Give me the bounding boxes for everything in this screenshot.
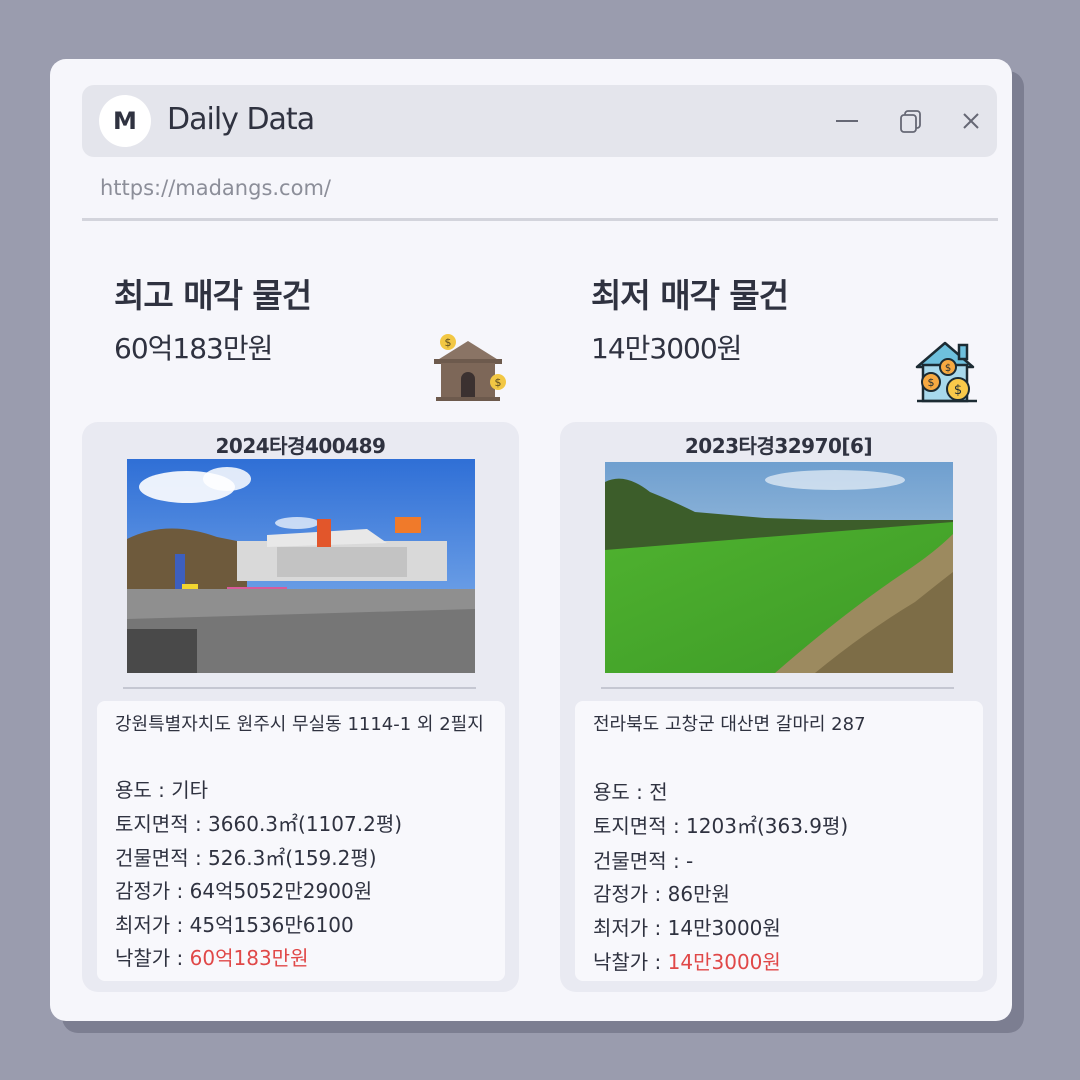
copy-button[interactable] <box>893 103 929 139</box>
url-divider <box>82 218 998 221</box>
lowest-card-divider <box>601 687 954 689</box>
lowest-property-photo <box>605 462 953 673</box>
url-text[interactable]: https://madangs.com/ <box>100 176 331 200</box>
winning-bid-label: 낙찰가 : <box>115 946 190 970</box>
app-logo: M <box>99 95 151 147</box>
house-coins-icon: $ $ $ <box>915 341 977 403</box>
lowest-appraisal: 감정가 : 86만원 <box>593 882 730 906</box>
lowest-winning-bid: 낙찰가 : 14만3000원 <box>593 946 781 975</box>
highest-card-divider <box>123 687 476 689</box>
highest-card[interactable]: 2024타경400489 강원특별자치도 원주시 무실동 1114-1 외 2필… <box>82 422 519 992</box>
browser-window: M Daily Data https://madangs.com/ 최고 매각 … <box>50 59 1012 1021</box>
minimize-button[interactable] <box>829 103 865 139</box>
lowest-case-number: 2023타경32970[6] <box>684 434 873 458</box>
lowest-land-area: 토지면적 : 1203㎡(363.9평) <box>593 814 849 838</box>
highest-building-area: 건물면적 : 526.3㎡(159.2평) <box>115 846 377 870</box>
highest-usage: 용도 : 기타 <box>115 778 209 802</box>
title-bar: M Daily Data <box>82 85 997 157</box>
lowest-card[interactable]: 2023타경32970[6] 전라북도 고창군 대산면 갈마리 287 용도:… <box>560 422 997 992</box>
highest-property-photo <box>127 459 475 673</box>
highest-min-price: 최저가 : 45억1536만6100 <box>115 913 354 937</box>
close-icon <box>963 113 979 129</box>
lowest-usage: 용도 : 전 <box>593 780 668 804</box>
house-money-icon: $ $ <box>434 334 506 401</box>
svg-text:$: $ <box>945 363 951 374</box>
lowest-heading: 최저 매각 물건 <box>591 276 789 315</box>
winning-bid-value: 14만3000원 <box>667 950 781 974</box>
lowest-info-box: 전라북도 고창군 대산면 갈마리 287 용도 : 전 토지면적 : 1203㎡… <box>575 701 983 981</box>
minimize-icon <box>836 120 858 122</box>
highest-info-box: 강원특별자치도 원주시 무실동 1114-1 외 2필지 용도 : 기타 토지면… <box>97 701 505 981</box>
close-button[interactable] <box>953 103 989 139</box>
highest-address: 강원특별자치도 원주시 무실동 1114-1 외 2필지 <box>115 714 484 735</box>
lowest-amount: 14만3000원 <box>591 332 742 365</box>
svg-text:$: $ <box>445 336 452 349</box>
winning-bid-value: 60억183만원 <box>189 946 309 970</box>
svg-text:$: $ <box>954 383 962 398</box>
highest-appraisal: 감정가 : 64억5052만2900원 <box>115 879 373 903</box>
highest-winning-bid: 낙찰가 : 60억183만원 <box>115 942 308 971</box>
highest-land-area: 토지면적 : 3660.3㎡(1107.2평) <box>115 812 403 836</box>
svg-text:$: $ <box>495 376 502 389</box>
winning-bid-label: 낙찰가 : <box>593 950 668 974</box>
svg-text:$: $ <box>928 376 935 389</box>
highest-amount: 60억183만원 <box>114 332 273 365</box>
copy-icon <box>900 110 921 133</box>
highest-heading: 최고 매각 물건 <box>114 276 312 315</box>
highest-case-number: 2024타경400489 <box>215 434 386 458</box>
app-title: Daily Data <box>167 102 315 137</box>
lowest-address: 전라북도 고창군 대산면 갈마리 287 <box>593 714 866 735</box>
lowest-building-area: 건물면적 : - <box>593 849 694 873</box>
lowest-min-price: 최저가 : 14만3000원 <box>593 916 781 940</box>
